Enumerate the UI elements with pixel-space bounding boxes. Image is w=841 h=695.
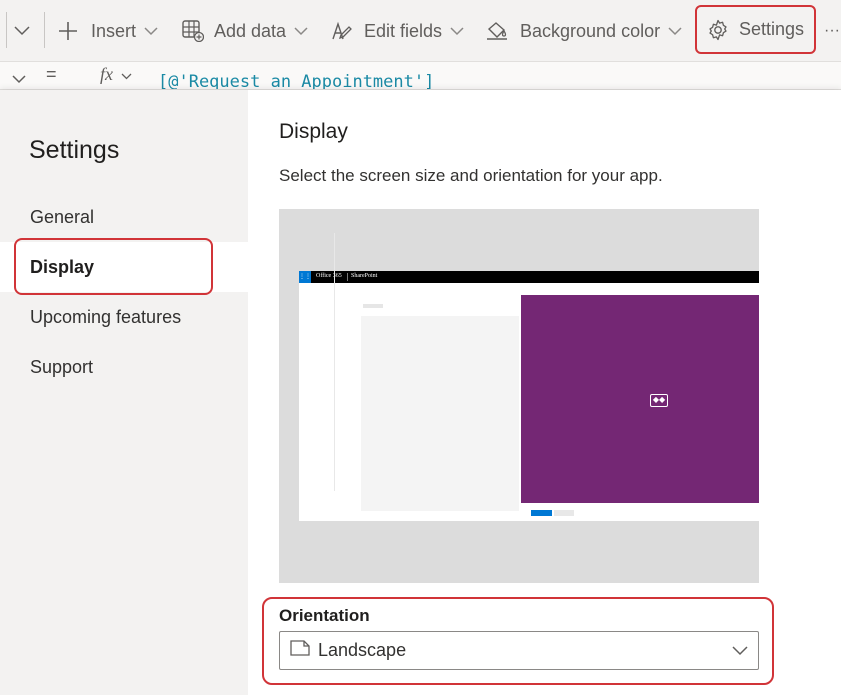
table-add-icon	[182, 20, 204, 42]
background-color-button[interactable]: Background color	[486, 16, 682, 46]
edit-fields-label: Edit fields	[364, 21, 442, 42]
toolbar-divider	[44, 12, 45, 48]
chevron-down-icon	[144, 27, 158, 36]
command-bar: Insert Add data Edit fields Background c…	[0, 0, 841, 62]
nav-item-general[interactable]: General	[0, 192, 248, 242]
preview-powerapps-canvas	[521, 295, 759, 503]
gear-icon	[707, 19, 729, 41]
chevron-down-icon	[121, 69, 132, 83]
preview-site: SharePoint	[351, 273, 377, 279]
preview-divider	[347, 273, 348, 281]
powerapps-icon: ◆◆	[650, 394, 668, 407]
insert-button[interactable]: Insert	[58, 16, 158, 46]
background-color-label: Background color	[520, 21, 660, 42]
settings-label: Settings	[739, 19, 804, 40]
paint-bucket-icon	[486, 21, 508, 41]
chevron-down-icon	[12, 68, 26, 88]
nav-item-upcoming-features[interactable]: Upcoming features	[0, 292, 248, 342]
plus-icon	[58, 21, 78, 41]
add-data-label: Add data	[214, 21, 286, 42]
edit-fields-icon	[331, 21, 353, 41]
toolbar-divider	[6, 12, 7, 48]
preview-brand: Office 365	[316, 273, 342, 279]
insert-label: Insert	[91, 21, 136, 42]
chevron-down-icon	[14, 26, 30, 36]
preview-suite-bar: ⋮⋮ Office 365 SharePoint	[299, 271, 759, 283]
formula-bar: = fx [@'Request an Appointment']	[0, 62, 841, 90]
preview-primary-button	[531, 510, 552, 516]
formula-input[interactable]: [@'Request an Appointment']	[158, 72, 434, 90]
equals-sign: =	[46, 64, 57, 85]
display-heading: Display	[279, 120, 348, 144]
property-dropdown[interactable]	[12, 68, 26, 89]
preview-divider-line	[334, 233, 335, 491]
orientation-highlight-annotation	[262, 597, 774, 685]
display-preview: ⋮⋮ Office 365 SharePoint ◆◆	[279, 209, 759, 583]
fx-label: fx	[100, 64, 113, 84]
settings-nav: Settings General Display Upcoming featur…	[0, 90, 248, 695]
preview-placeholder-bar	[363, 304, 383, 308]
more-icon: ···	[824, 22, 840, 40]
chevron-down-icon	[668, 27, 682, 36]
more-options-button[interactable]: ···	[824, 16, 840, 46]
add-data-button[interactable]: Add data	[182, 16, 308, 46]
preview-secondary-button	[554, 510, 574, 516]
chevron-down-icon	[450, 27, 464, 36]
waffle-icon: ⋮⋮	[299, 271, 311, 283]
display-description: Select the screen size and orientation f…	[279, 166, 663, 186]
edit-fields-button[interactable]: Edit fields	[331, 16, 464, 46]
nav-item-support[interactable]: Support	[0, 342, 248, 392]
chevron-down-icon	[294, 27, 308, 36]
collapse-toolbar-button[interactable]	[14, 16, 30, 46]
preview-app-frame: ⋮⋮ Office 365 SharePoint ◆◆	[299, 271, 759, 521]
settings-title: Settings	[29, 136, 119, 165]
display-highlight-annotation	[14, 238, 213, 295]
settings-dialog: Settings General Display Upcoming featur…	[0, 90, 841, 695]
settings-button[interactable]: Settings	[695, 5, 816, 54]
preview-list-area	[361, 316, 519, 511]
fx-button[interactable]: fx	[100, 64, 132, 85]
